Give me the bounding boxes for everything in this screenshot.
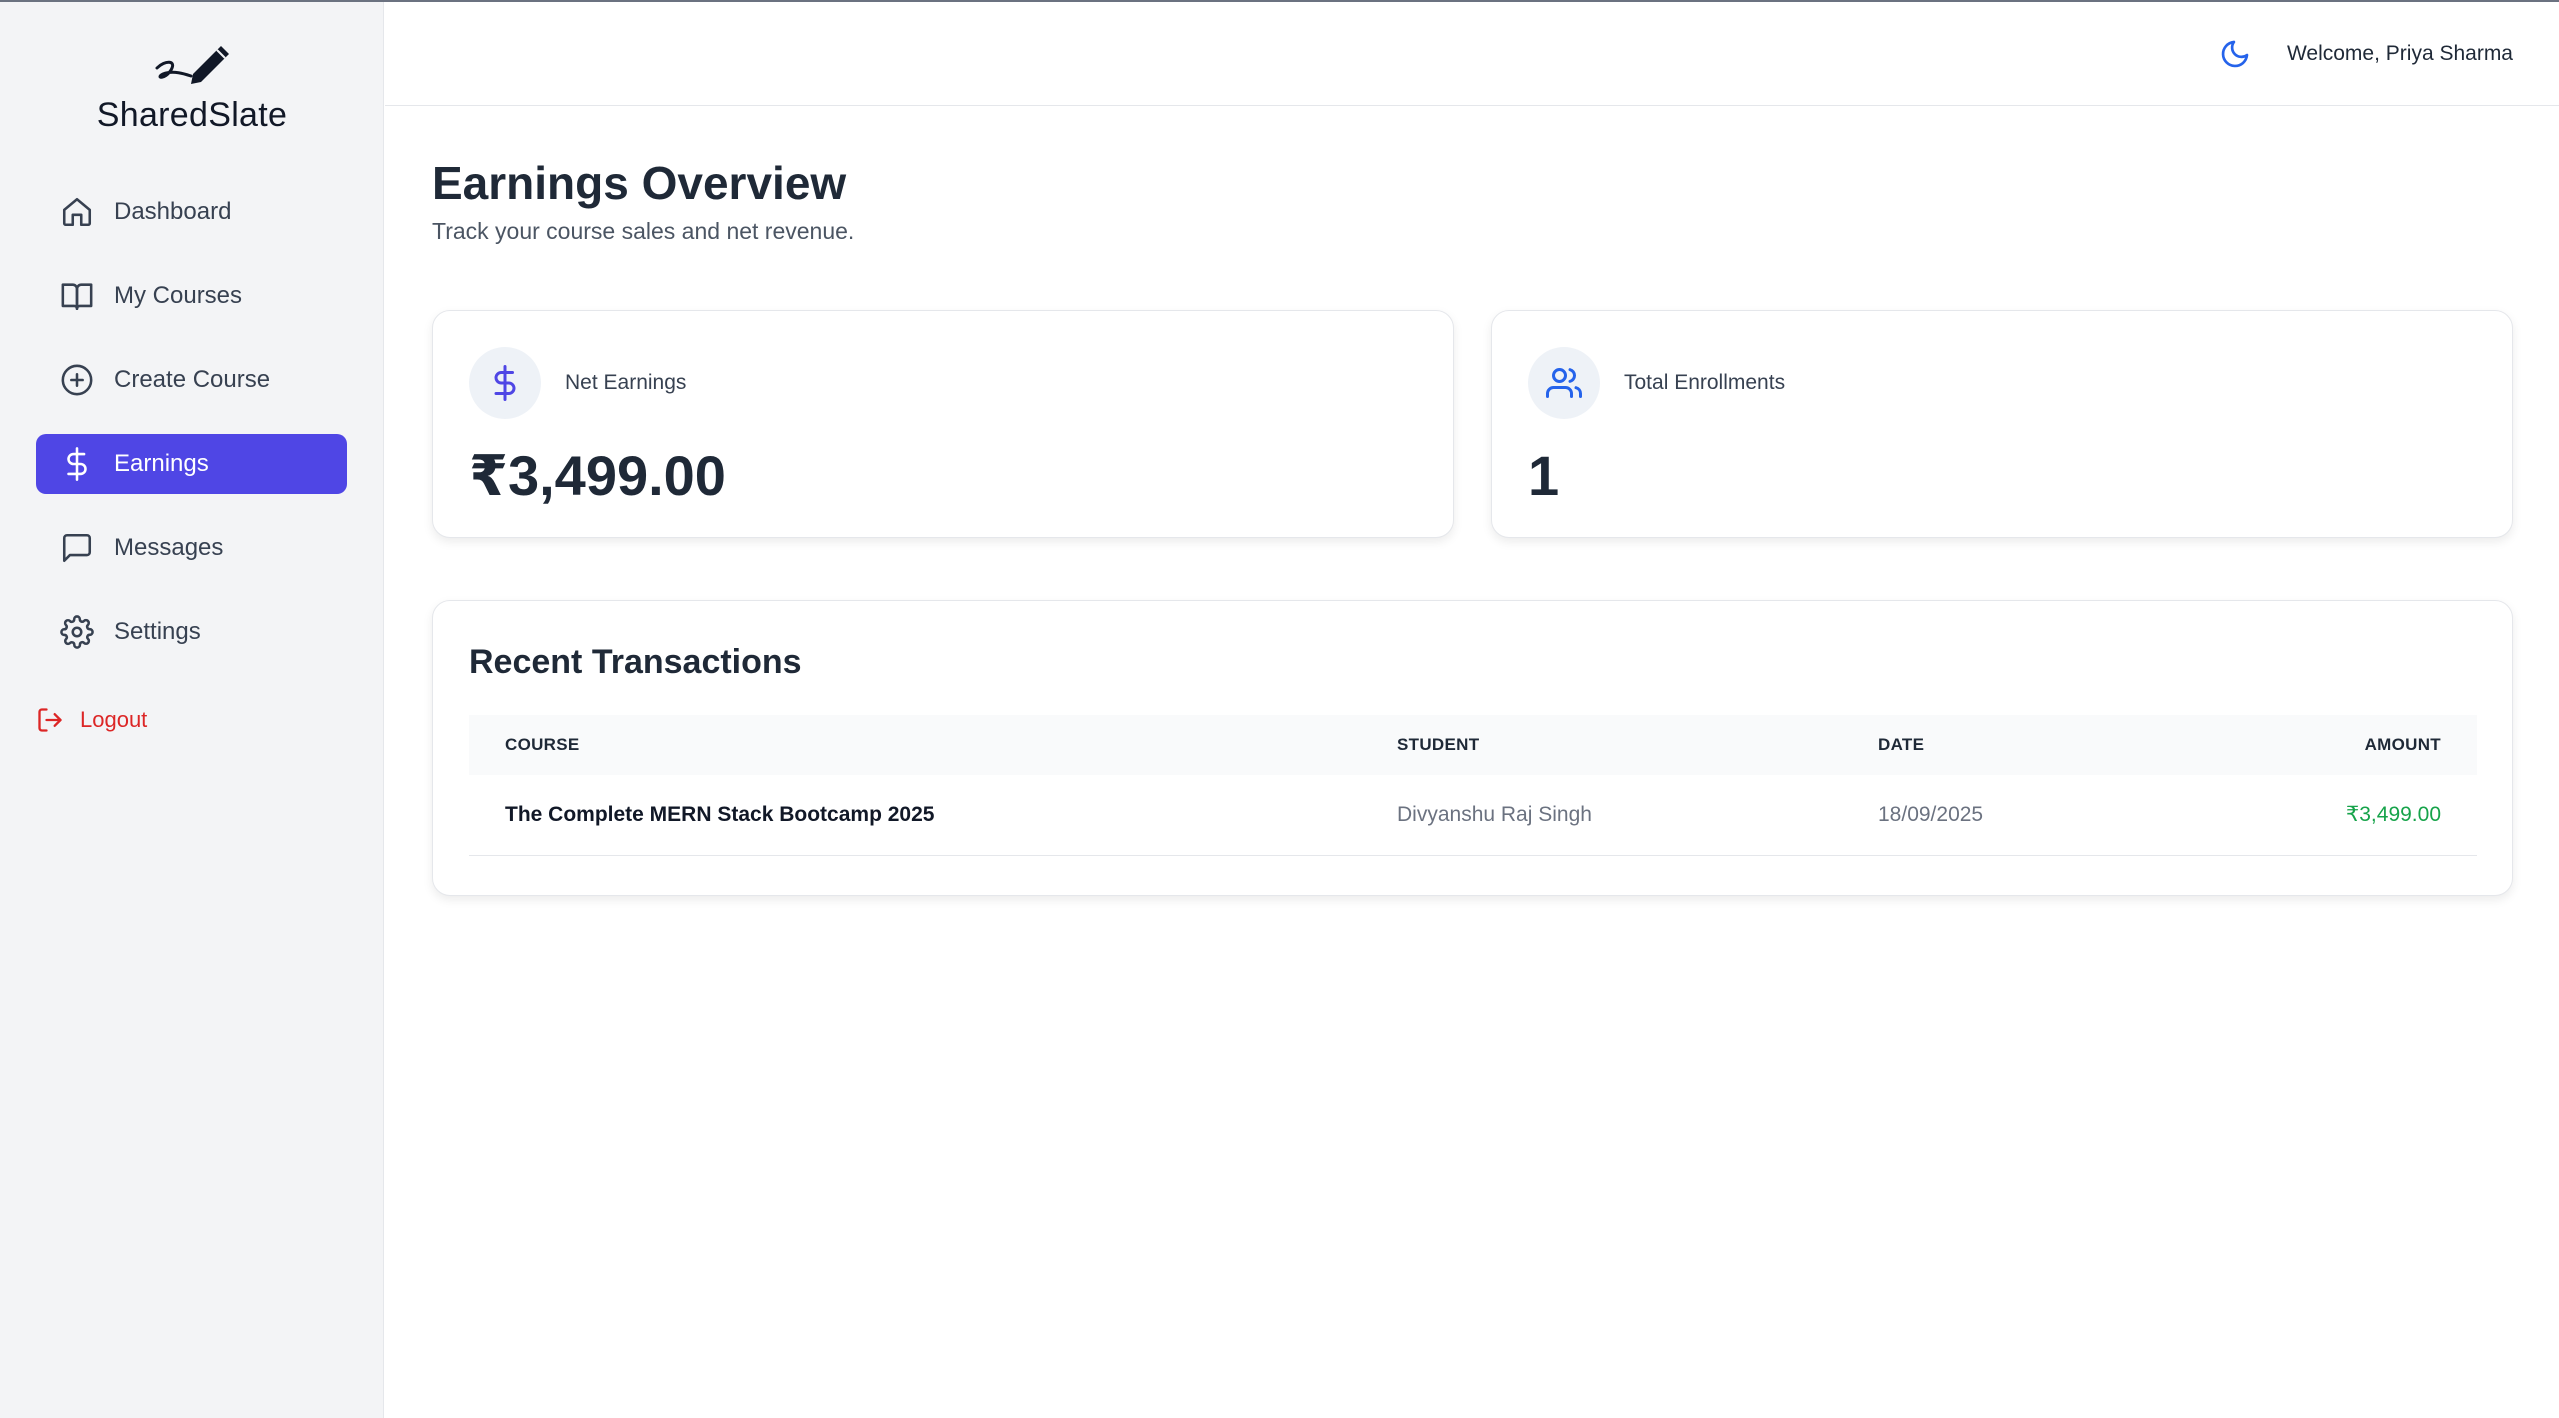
sidebar-item-create-course[interactable]: Create Course (36, 350, 347, 410)
brand-name: SharedSlate (96, 96, 288, 134)
net-earnings-card: Net Earnings ₹3,499.00 (432, 310, 1454, 538)
logout-icon (38, 708, 62, 732)
transactions-table: COURSE STUDENT DATE AMOUNT The Complete … (469, 715, 2477, 856)
sidebar-item-my-courses[interactable]: My Courses (36, 266, 347, 326)
stat-value: 1 (1528, 444, 1560, 507)
sidebar-item-messages[interactable]: Messages (36, 518, 347, 578)
column-header-date: DATE (1878, 735, 1925, 754)
total-enrollments-card: Total Enrollments 1 (1491, 310, 2513, 538)
cell-amount: ₹3,499.00 (2345, 803, 2441, 827)
sidebar-item-label: My Courses (114, 282, 243, 309)
page-title: Earnings Overview (432, 157, 847, 209)
sidebar-nav: Dashboard My Courses Create Course Earni… (36, 182, 347, 686)
recent-transactions-card: Recent Transactions COURSE STUDENT DATE … (432, 600, 2513, 896)
home-icon (60, 195, 94, 229)
moon-icon (2221, 40, 2249, 68)
page-subtitle: Track your course sales and net revenue. (432, 218, 855, 244)
sidebar-item-label: Settings (114, 618, 201, 645)
sidebar-item-earnings[interactable]: Earnings (36, 434, 347, 494)
gear-icon (60, 615, 94, 649)
stat-value: ₹3,499.00 (469, 444, 726, 507)
table-header-row: COURSE STUDENT DATE AMOUNT (469, 715, 2477, 775)
plus-circle-icon (60, 363, 94, 397)
sidebar: SharedSlate Dashboard My Courses Create … (0, 2, 384, 1418)
sidebar-item-label: Earnings (114, 450, 209, 477)
dollar-icon (60, 447, 94, 481)
welcome-text: Welcome, Priya Sharma (2286, 42, 2513, 65)
column-header-amount: AMOUNT (2364, 735, 2441, 754)
logout-button[interactable]: Logout (36, 706, 147, 734)
message-square-icon (60, 531, 94, 565)
sidebar-item-label: Create Course (114, 366, 271, 393)
sidebar-item-label: Dashboard (114, 198, 232, 225)
dollar-icon (469, 347, 541, 419)
pen-logo-icon (155, 46, 229, 84)
sidebar-item-settings[interactable]: Settings (36, 602, 347, 662)
column-header-student: STUDENT (1397, 735, 1480, 754)
top-header: Welcome, Priya Sharma (385, 2, 2559, 106)
book-icon (60, 279, 94, 313)
theme-toggle-button[interactable] (2219, 38, 2251, 70)
users-icon (1528, 347, 1600, 419)
column-header-course: COURSE (505, 735, 580, 754)
stat-label: Total Enrollments (1624, 371, 1786, 394)
cell-student: Divyanshu Raj Singh (1397, 802, 1592, 826)
table-row: The Complete MERN Stack Bootcamp 2025 Di… (469, 775, 2477, 855)
cell-course: The Complete MERN Stack Bootcamp 2025 (505, 802, 935, 826)
app-root: SharedSlate Dashboard My Courses Create … (0, 0, 2559, 1418)
logout-label: Logout (80, 707, 148, 732)
sidebar-item-label: Messages (114, 534, 224, 561)
stat-label: Net Earnings (565, 371, 687, 394)
logo[interactable]: SharedSlate (0, 38, 384, 135)
sidebar-item-dashboard[interactable]: Dashboard (36, 182, 347, 242)
section-title: Recent Transactions (469, 643, 802, 681)
cell-date: 18/09/2025 (1878, 802, 1984, 826)
